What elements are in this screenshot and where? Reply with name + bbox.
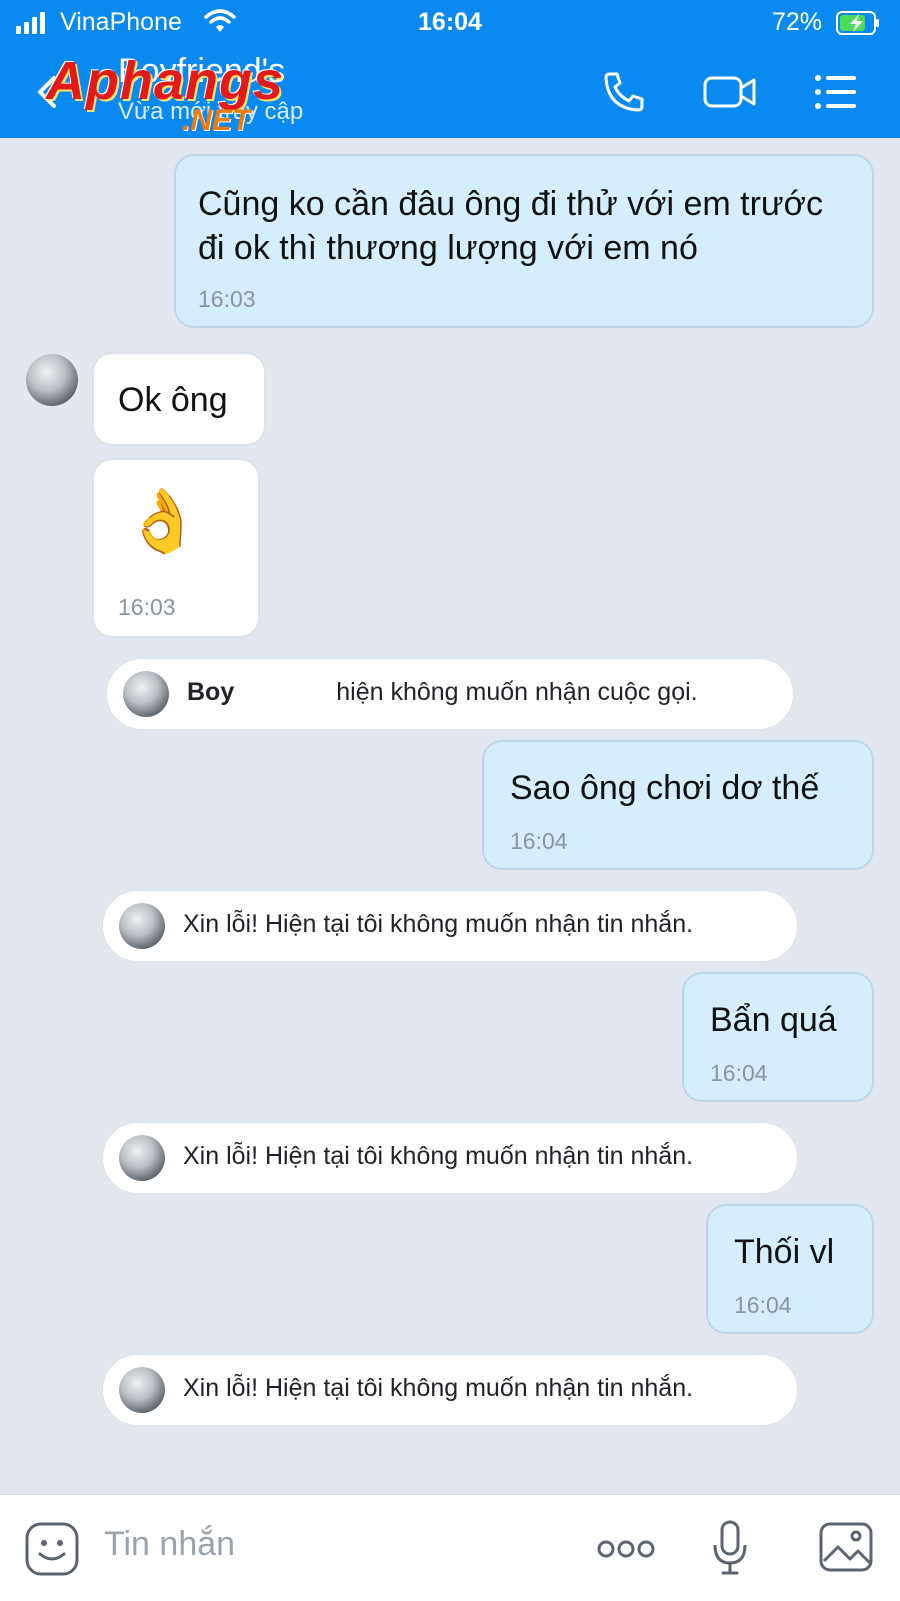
incoming-message[interactable]: 👌 16:03	[92, 458, 260, 638]
notice-text: Xin lỗi! Hiện tại tôi không muốn nhận ti…	[183, 1142, 694, 1170]
message-text: Cũng ko cần đâu ông đi thử với em trước …	[198, 185, 823, 267]
message-rejected-notice: Xin lỗi! Hiện tại tôi không muốn nhận ti…	[102, 890, 798, 962]
message-text: Bẩn quá	[710, 1001, 837, 1039]
avatar[interactable]	[26, 354, 78, 406]
image-gallery-icon[interactable]	[818, 1521, 874, 1573]
notice-text: Xin lỗi! Hiện tại tôi không muốn nhận ti…	[183, 910, 694, 938]
sender-name: Boy	[187, 678, 235, 706]
status-bar: VinaPhone 16:04 72%	[0, 0, 900, 46]
watermark-text: Aphangs	[46, 51, 285, 111]
message-rejected-notice: Xin lỗi! Hiện tại tôi không muốn nhận ti…	[102, 1122, 798, 1194]
chat-header: Boyfriend's Vừa mới truy cập Aphangs .NE…	[0, 46, 900, 138]
message-time: 16:03	[198, 286, 256, 312]
message-input[interactable]: Tin nhắn	[104, 1525, 235, 1564]
avatar	[123, 671, 169, 717]
clock: 16:04	[418, 8, 482, 36]
message-text: Sao ông chơi dơ thế	[510, 769, 820, 807]
incoming-message[interactable]: Ok ông	[92, 352, 266, 446]
notice-text: hiện không muốn nhận cuộc gọi.	[336, 678, 698, 706]
watermark-suffix: .NET	[182, 104, 251, 137]
message-text: Thối vl	[734, 1233, 835, 1271]
message-time: 16:04	[510, 828, 568, 854]
avatar	[119, 903, 165, 949]
more-dots-icon[interactable]	[596, 1535, 656, 1563]
smiley-sticker-icon[interactable]	[24, 1521, 80, 1577]
outgoing-message[interactable]: Cũng ko cần đâu ông đi thử với em trước …	[174, 154, 874, 328]
video-camera-icon[interactable]	[702, 68, 758, 116]
phone-icon[interactable]	[600, 68, 648, 116]
message-composer: Tin nhắn	[0, 1494, 900, 1601]
message-time: 16:03	[118, 594, 176, 620]
outgoing-message[interactable]: Bẩn quá 16:04	[682, 972, 874, 1102]
call-rejected-notice: Boy hiện không muốn nhận cuộc gọi.	[106, 658, 794, 730]
microphone-icon[interactable]	[712, 1519, 748, 1577]
notice-text: Xin lỗi! Hiện tại tôi không muốn nhận ti…	[183, 1374, 694, 1402]
outgoing-message[interactable]: Thối vl 16:04	[706, 1204, 874, 1334]
battery-percentage: 72%	[772, 8, 823, 36]
avatar	[119, 1135, 165, 1181]
avatar	[119, 1367, 165, 1413]
watermark-logo: Aphangs .NET	[46, 51, 285, 137]
message-time: 16:04	[734, 1292, 792, 1318]
ok-hand-emoji: 👌	[124, 487, 202, 556]
message-rejected-notice: Xin lỗi! Hiện tại tôi không muốn nhận ti…	[102, 1354, 798, 1426]
message-text: Ok ông	[118, 381, 228, 419]
list-menu-icon[interactable]	[812, 68, 860, 116]
message-time: 16:04	[710, 1060, 768, 1086]
battery-charging-icon	[836, 11, 879, 35]
outgoing-message[interactable]: Sao ông chơi dơ thế 16:04	[482, 740, 874, 870]
